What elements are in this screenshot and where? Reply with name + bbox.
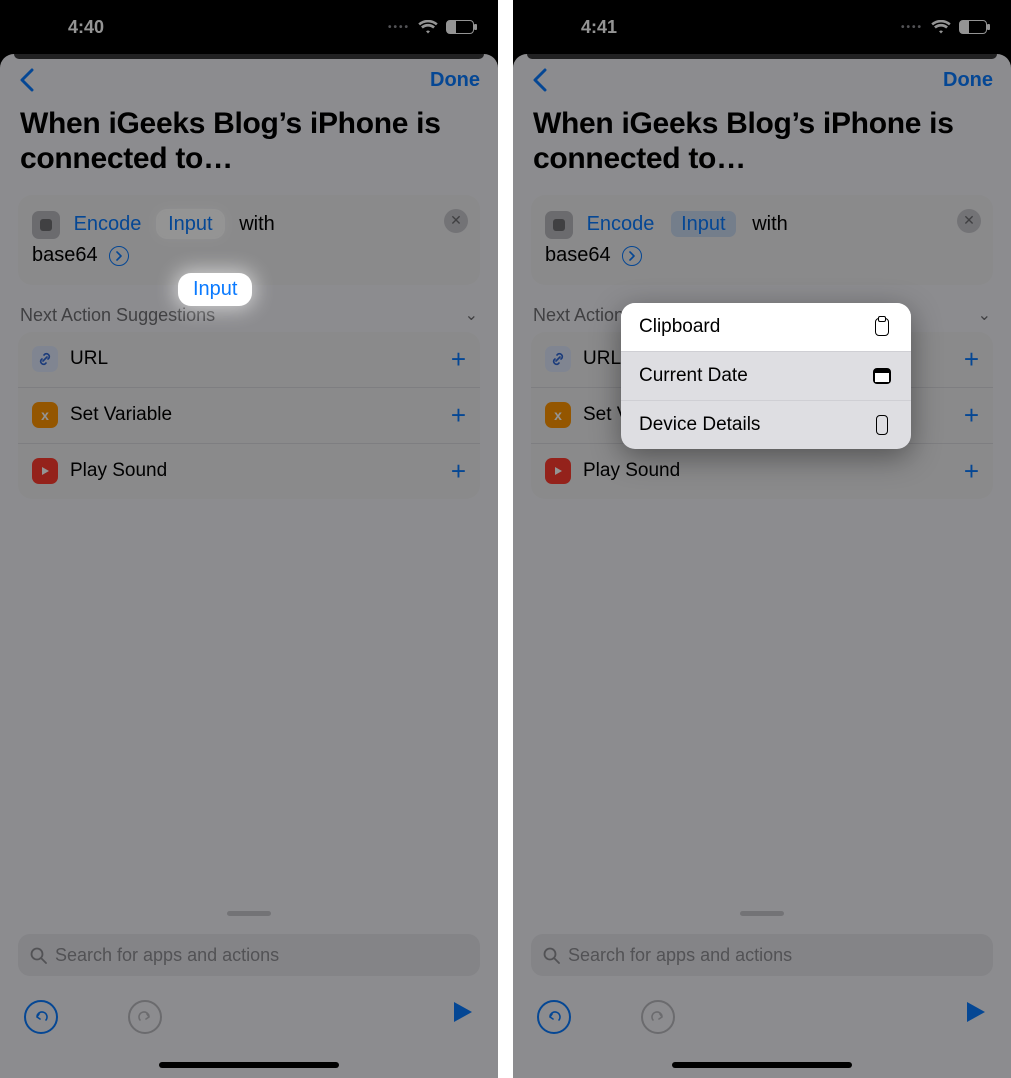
variable-picker-menu: Clipboard Current Date Device Details [621, 303, 911, 449]
menu-item-label: Clipboard [639, 316, 720, 338]
clipboard-icon [871, 316, 893, 338]
menu-item-label: Device Details [639, 414, 760, 436]
device-icon [871, 414, 893, 436]
menu-item-clipboard[interactable]: Clipboard [621, 303, 911, 351]
dim-overlay [513, 0, 1011, 1078]
calendar-icon [871, 365, 893, 387]
menu-item-current-date[interactable]: Current Date [621, 351, 911, 400]
dim-overlay [0, 0, 498, 1078]
menu-item-device-details[interactable]: Device Details [621, 400, 911, 449]
highlight-input-token[interactable]: Input [181, 276, 249, 303]
screenshot-left: 4:40 •••• Done When iGeeks Blog’s iPhone… [0, 0, 498, 1078]
screenshot-right: 4:41 •••• Done When iGeeks Blog’s iPhone… [513, 0, 1011, 1078]
menu-item-label: Current Date [639, 365, 748, 387]
